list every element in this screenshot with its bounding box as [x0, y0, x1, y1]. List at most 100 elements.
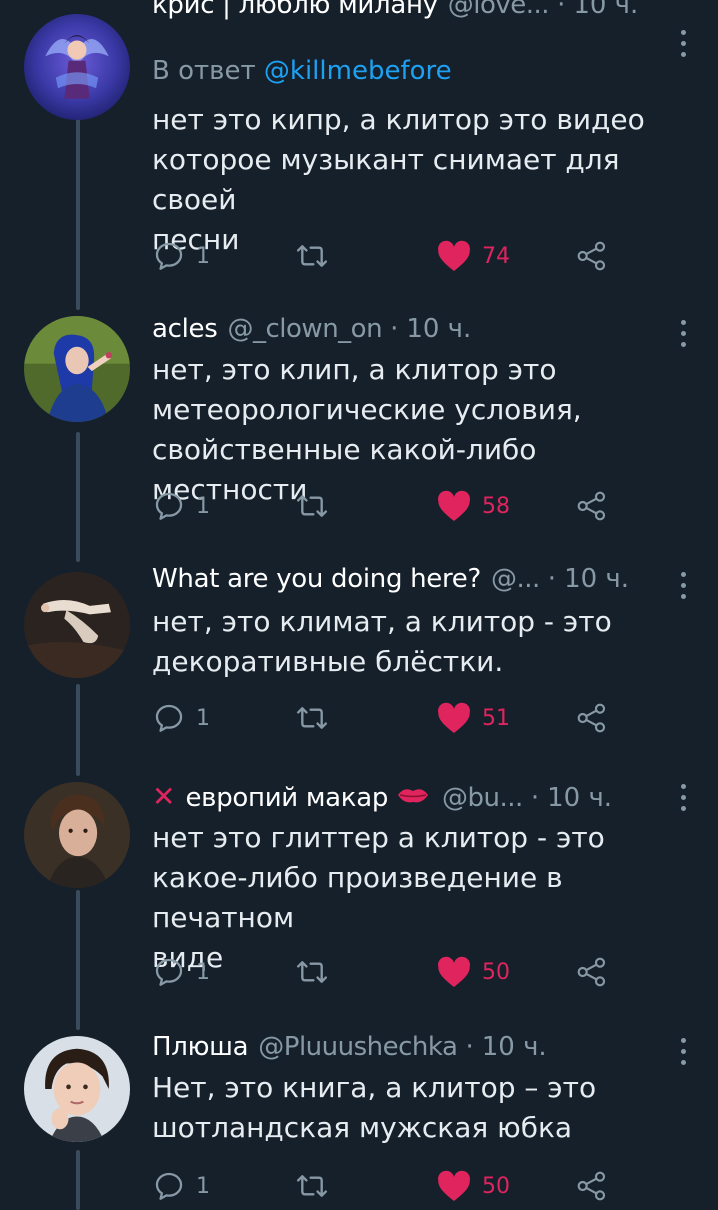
tweet-text-line: какое-либо произведение в печатном: [152, 861, 563, 934]
separator-dot: ·: [530, 783, 540, 813]
tweet-text-line: нет это глиттер а клитор - это: [152, 821, 605, 854]
cross-emoji-icon: ✕: [152, 780, 176, 813]
share-button[interactable]: [576, 1166, 608, 1206]
heart-icon: [438, 1170, 470, 1201]
avatar-image: [24, 316, 130, 422]
timestamp[interactable]: 10 ч.: [482, 1032, 547, 1062]
tweet[interactable]: крис | люблю милану @love... · 10 ч. В о…: [0, 0, 718, 300]
user-handle[interactable]: @love...: [448, 0, 549, 20]
lips-emoji-icon: [396, 784, 430, 810]
tweet[interactable]: ✕ европий макар @bu... · 10 ч. нет это г…: [0, 778, 718, 1018]
retweet-button[interactable]: [294, 236, 330, 276]
share-icon: [577, 491, 606, 521]
share-icon: [577, 1171, 606, 1201]
like-button[interactable]: 51: [436, 698, 510, 738]
reply-icon: [155, 492, 183, 520]
tweet-text-line: которое музыкант снимает для своей: [152, 143, 620, 216]
timestamp[interactable]: 10 ч.: [573, 0, 638, 20]
display-name[interactable]: европий макар: [185, 783, 388, 813]
avatar[interactable]: [24, 572, 130, 678]
tweet[interactable]: What are you doing here? @... · 10 ч. не…: [0, 564, 718, 758]
tweet-actions: 1 58: [152, 486, 622, 526]
avatar[interactable]: [24, 1036, 130, 1142]
more-vertical-icon[interactable]: [680, 784, 688, 814]
reply-count: 1: [196, 243, 210, 269]
reply-to-label: В ответ: [152, 56, 256, 86]
tweet-text-line: шотландская мужская юбка: [152, 1111, 573, 1144]
retweet-button[interactable]: [294, 698, 330, 738]
reply-icon: [155, 242, 183, 270]
reply-button[interactable]: 1: [152, 698, 210, 738]
reply-button[interactable]: 1: [152, 486, 210, 526]
like-button[interactable]: 50: [436, 952, 510, 992]
share-button[interactable]: [576, 952, 608, 992]
retweet-button[interactable]: [294, 952, 330, 992]
avatar[interactable]: [24, 14, 130, 120]
tweet-text-line: нет это кипр, а клитор это видео: [152, 103, 645, 136]
reply-icon: [155, 958, 183, 986]
more-vertical-icon[interactable]: [680, 1038, 688, 1068]
user-handle[interactable]: @_clown_on: [228, 314, 383, 344]
timestamp[interactable]: 10 ч.: [406, 314, 471, 344]
retweet-icon: [296, 1175, 328, 1197]
retweet-icon: [296, 495, 328, 517]
separator-dot: ·: [390, 314, 399, 344]
retweet-button[interactable]: [294, 486, 330, 526]
share-button[interactable]: [576, 698, 608, 738]
retweet-icon: [296, 961, 328, 983]
retweet-button[interactable]: [294, 1166, 330, 1206]
reply-button[interactable]: 1: [152, 1166, 210, 1206]
tweet-actions: 1 50: [152, 1166, 622, 1206]
tweet-actions: 1 51: [152, 698, 622, 738]
like-button[interactable]: 74: [436, 236, 510, 276]
tweet[interactable]: acles @_clown_on · 10 ч. нет, это клип, …: [0, 314, 718, 556]
more-vertical-icon[interactable]: [680, 320, 688, 350]
heart-icon: [438, 956, 470, 987]
retweet-icon: [296, 707, 328, 729]
retweet-icon: [296, 245, 328, 267]
like-button[interactable]: 58: [436, 486, 510, 526]
display-name[interactable]: acles: [152, 314, 218, 344]
like-count: 50: [482, 1173, 510, 1199]
reply-mention-link[interactable]: @killmebefore: [264, 56, 452, 86]
timestamp[interactable]: 10 ч.: [564, 564, 629, 594]
like-count: 51: [482, 705, 510, 731]
heart-icon: [438, 702, 470, 733]
reply-button[interactable]: 1: [152, 952, 210, 992]
more-vertical-icon[interactable]: [680, 30, 688, 60]
like-button[interactable]: 50: [436, 1166, 510, 1206]
separator-dot: ·: [465, 1032, 474, 1062]
reply-count: 1: [196, 959, 210, 985]
tweet-actions: 1 50: [152, 952, 622, 992]
tweet-text: нет, это климат, а клитор - это декорати…: [152, 602, 678, 682]
timestamp[interactable]: 10 ч.: [547, 783, 612, 813]
reply-count: 1: [196, 705, 210, 731]
more-vertical-icon[interactable]: [680, 572, 688, 602]
reply-count: 1: [196, 1173, 210, 1199]
display-name[interactable]: крис | люблю милану: [152, 0, 438, 20]
share-button[interactable]: [576, 486, 608, 526]
display-name[interactable]: Плюша: [152, 1032, 249, 1062]
user-handle[interactable]: @...: [491, 564, 540, 594]
user-handle[interactable]: @bu...: [442, 783, 523, 813]
avatar[interactable]: [24, 782, 130, 888]
reply-context: В ответ @killmebefore: [152, 56, 452, 86]
avatar[interactable]: [24, 316, 130, 422]
tweet[interactable]: Плюша @Pluuushechka · 10 ч. Нет, это кни…: [0, 1032, 718, 1201]
tweet-text: Нет, это книга, а клитор – это шотландск…: [152, 1068, 678, 1148]
reply-icon: [155, 704, 183, 732]
display-name[interactable]: What are you doing here?: [152, 564, 481, 594]
share-button[interactable]: [576, 236, 608, 276]
reply-button[interactable]: 1: [152, 236, 210, 276]
reply-icon: [155, 1172, 183, 1200]
tweet-text-line: нет, это клип, а клитор это: [152, 353, 557, 386]
reply-count: 1: [196, 493, 210, 519]
avatar-image: [24, 572, 130, 678]
tweet-text-line: декоративные блёстки.: [152, 645, 504, 678]
user-handle[interactable]: @Pluuushechka: [258, 1032, 457, 1062]
avatar-image: [24, 14, 130, 120]
tweet-actions: 1 74: [152, 236, 622, 276]
share-icon: [577, 241, 606, 271]
heart-icon: [438, 240, 470, 271]
share-icon: [577, 703, 606, 733]
